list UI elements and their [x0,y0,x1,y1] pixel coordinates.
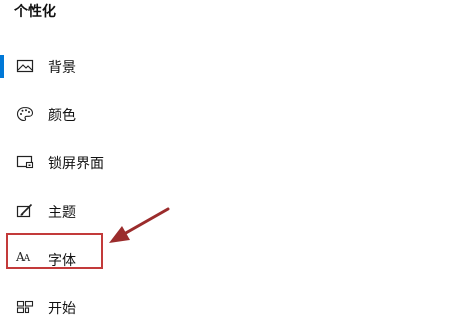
annotation-arrow-icon [109,207,170,243]
